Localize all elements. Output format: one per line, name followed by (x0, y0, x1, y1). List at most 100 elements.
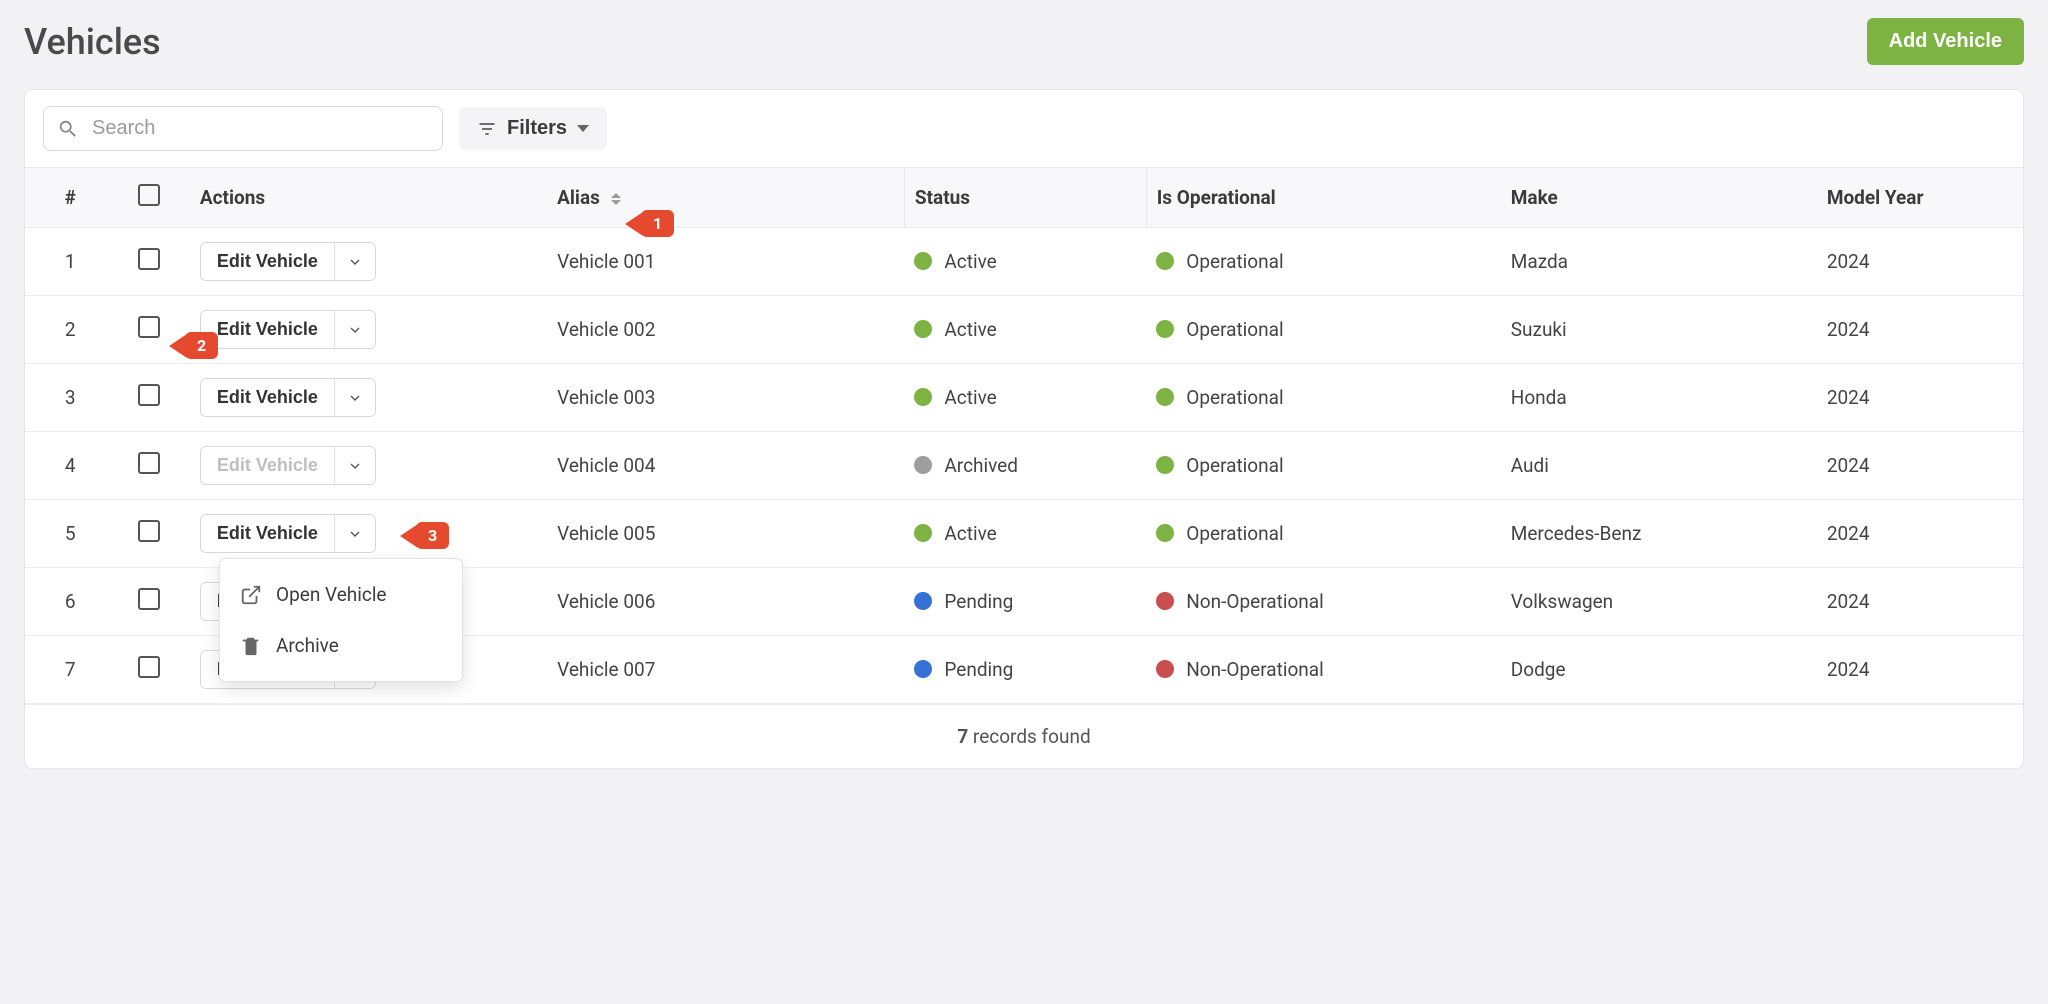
row-number: 3 (25, 364, 107, 432)
operational-dot (1156, 524, 1174, 542)
filters-label: Filters (507, 117, 567, 140)
chevron-down-icon (347, 322, 363, 338)
row-number: 2 (25, 296, 107, 364)
row-actions-menu: Open Vehicle Archive (219, 558, 463, 682)
table-row: 1 Edit Vehicle Vehicle 001ActiveOperationa… (25, 228, 2023, 296)
vehicles-panel: Filters # Actions Alias Status Is Operat… (24, 89, 2024, 769)
toolbar: Filters (25, 90, 2023, 167)
row-number: 5 (25, 500, 107, 568)
row-checkbox[interactable] (138, 588, 160, 610)
cell-year: 2024 (1817, 636, 2023, 704)
row-checkbox[interactable] (138, 248, 160, 270)
cell-operational: Non-Operational (1146, 568, 1501, 636)
annotation-2: 2 (169, 332, 218, 359)
cell-alias: Vehicle 004 (547, 432, 904, 500)
open-external-icon (240, 584, 262, 606)
col-header-alias[interactable]: Alias (547, 168, 904, 228)
row-checkbox[interactable] (138, 384, 160, 406)
trash-icon (240, 635, 262, 657)
edit-vehicle-group: Edit Vehicle (200, 446, 376, 485)
table-row: 3 Edit Vehicle Vehicle 003ActiveOperationa… (25, 364, 2023, 432)
edit-vehicle-group: Edit Vehicle (200, 514, 376, 553)
row-checkbox[interactable] (138, 452, 160, 474)
cell-year: 2024 (1817, 568, 2023, 636)
annotation-1: 1 (625, 210, 674, 237)
cell-make: Honda (1501, 364, 1817, 432)
chevron-down-icon (347, 254, 363, 270)
row-checkbox[interactable] (138, 656, 160, 678)
status-dot (914, 320, 932, 338)
row-number: 6 (25, 568, 107, 636)
row-number: 7 (25, 636, 107, 704)
cell-status: Active (904, 500, 1146, 568)
cell-make: Suzuki (1501, 296, 1817, 364)
status-dot (914, 252, 932, 270)
cell-year: 2024 (1817, 500, 2023, 568)
cell-alias: Vehicle 001 (547, 228, 904, 296)
cell-alias: Vehicle 005 (547, 500, 904, 568)
edit-vehicle-button[interactable]: Edit Vehicle (201, 379, 334, 416)
edit-vehicle-button[interactable]: Edit Vehicle (201, 243, 334, 280)
add-vehicle-button[interactable]: Add Vehicle (1867, 18, 2024, 65)
search-input[interactable] (43, 106, 443, 151)
col-header-status: Status (904, 168, 1146, 228)
cell-alias: Vehicle 006 (547, 568, 904, 636)
edit-vehicle-button[interactable]: Edit Vehicle (201, 311, 334, 348)
cell-alias: Vehicle 002 (547, 296, 904, 364)
cell-operational: Operational (1146, 228, 1501, 296)
cell-alias: Vehicle 007 (547, 636, 904, 704)
row-actions-dropdown-button[interactable] (334, 447, 375, 484)
col-header-actions: Actions (190, 168, 547, 228)
cell-operational: Operational (1146, 364, 1501, 432)
cell-year: 2024 (1817, 228, 2023, 296)
cell-status: Active (904, 364, 1146, 432)
annotation-3: 3 (400, 522, 449, 549)
col-header-operational: Is Operational (1146, 168, 1501, 228)
chevron-down-icon (347, 526, 363, 542)
row-number: 1 (25, 228, 107, 296)
row-number: 4 (25, 432, 107, 500)
menu-open-vehicle[interactable]: Open Vehicle (220, 569, 462, 620)
cell-status: Active (904, 296, 1146, 364)
cell-alias: Vehicle 003 (547, 364, 904, 432)
table-row: 2Edit VehicleVehicle 002ActiveOperationa… (25, 296, 2023, 364)
operational-dot (1156, 252, 1174, 270)
filters-button[interactable]: Filters (459, 107, 607, 150)
cell-make: Mercedes-Benz (1501, 500, 1817, 568)
row-checkbox[interactable] (138, 520, 160, 542)
edit-vehicle-button[interactable]: Edit Vehicle (201, 447, 334, 484)
cell-year: 2024 (1817, 296, 2023, 364)
row-actions-dropdown-button[interactable] (334, 515, 375, 552)
status-dot (914, 456, 932, 474)
cell-status: Archived (904, 432, 1146, 500)
row-actions-dropdown-button[interactable] (334, 379, 375, 416)
edit-vehicle-group: Edit Vehicle (200, 242, 376, 281)
page-title: Vehicles (24, 21, 161, 63)
chevron-down-icon (347, 458, 363, 474)
select-all-checkbox[interactable] (138, 184, 160, 206)
status-dot (914, 524, 932, 542)
edit-vehicle-button[interactable]: Edit Vehicle (201, 515, 334, 552)
search-icon (57, 118, 79, 140)
row-checkbox[interactable] (138, 316, 160, 338)
cell-operational: Non-Operational (1146, 636, 1501, 704)
menu-archive[interactable]: Archive (220, 620, 462, 671)
col-header-check[interactable] (107, 168, 189, 228)
cell-status: Pending (904, 636, 1146, 704)
cell-status: Active (904, 228, 1146, 296)
row-actions-dropdown-button[interactable] (334, 243, 375, 280)
col-header-num: # (25, 168, 107, 228)
edit-vehicle-group: Edit Vehicle (200, 378, 376, 417)
table-row: 4Edit VehicleVehicle 004ArchivedOperatio… (25, 432, 2023, 500)
status-dot (914, 660, 932, 678)
operational-dot (1156, 320, 1174, 338)
row-actions-dropdown-button[interactable] (334, 311, 375, 348)
status-dot (914, 592, 932, 610)
records-footer: 7 records found (25, 704, 2023, 768)
chevron-down-icon (347, 390, 363, 406)
operational-dot (1156, 456, 1174, 474)
cell-make: Audi (1501, 432, 1817, 500)
cell-operational: Operational (1146, 500, 1501, 568)
operational-dot (1156, 388, 1174, 406)
filter-icon (477, 119, 497, 139)
